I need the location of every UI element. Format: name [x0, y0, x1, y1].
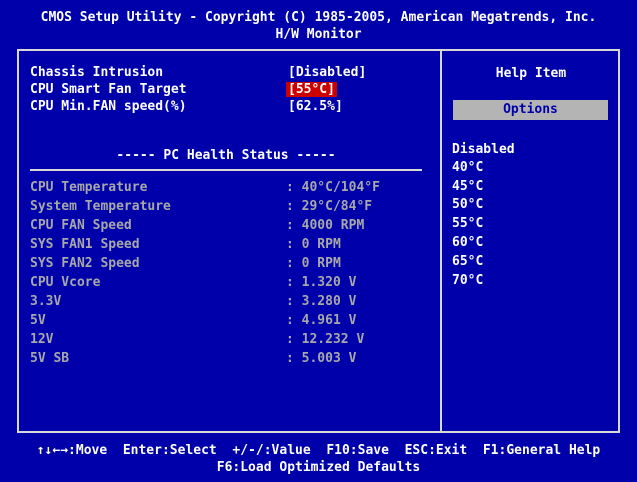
health-row: CPU FAN Speed : 4000 RPM	[30, 217, 364, 234]
key-help-line: F6:Load Optimized Defaults	[216, 460, 421, 475]
health-row: 12V : 12.232 V	[30, 331, 364, 348]
vertical-divider	[440, 51, 442, 431]
setting-label: Chassis Intrusion	[30, 65, 164, 80]
option-item[interactable]: 55°C	[452, 215, 483, 232]
health-label: CPU Temperature	[30, 180, 148, 195]
horizontal-divider	[30, 169, 422, 171]
health-label: 5V	[30, 313, 46, 328]
setting-chassis-intrusion[interactable]: Chassis Intrusion [Disabled]	[30, 64, 366, 81]
health-value: : 4.961 V	[286, 313, 357, 328]
setting-value[interactable]: [62.5%]	[288, 98, 343, 115]
option-item[interactable]: 65°C	[452, 253, 483, 270]
health-row: 5V : 4.961 V	[30, 312, 356, 329]
health-row: 3.3V : 3.280 V	[30, 293, 356, 310]
health-row: SYS FAN2 Speed : 0 RPM	[30, 255, 341, 272]
health-value: : 1.320 V	[286, 275, 357, 290]
option-item[interactable]: 50°C	[452, 196, 483, 213]
option-item[interactable]: Disabled	[452, 141, 515, 158]
page-title: H/W Monitor	[275, 27, 362, 42]
setting-cpu-smart-fan-target[interactable]: CPU Smart Fan Target [55°C]	[30, 81, 337, 98]
title-bar: CMOS Setup Utility - Copyright (C) 1985-…	[0, 0, 637, 46]
health-label: CPU FAN Speed	[30, 218, 132, 233]
option-item[interactable]: 70°C	[452, 272, 483, 289]
health-value: : 5.003 V	[286, 351, 357, 366]
health-row: SYS FAN1 Speed : 0 RPM	[30, 236, 341, 253]
health-label: 3.3V	[30, 294, 62, 309]
health-row: 5V SB : 5.003 V	[30, 350, 356, 367]
key-help-footer: ↑↓←→:Move Enter:Select +/-/:Value F10:Sa…	[0, 442, 637, 476]
app-title: CMOS Setup Utility - Copyright (C) 1985-…	[40, 10, 597, 25]
health-label: 5V SB	[30, 351, 70, 366]
options-header: Options	[453, 100, 608, 120]
health-label: SYS FAN1 Speed	[30, 237, 140, 252]
option-item[interactable]: 40°C	[452, 159, 483, 176]
key-help-line: ↑↓←→:Move Enter:Select +/-/:Value F10:Sa…	[36, 443, 601, 458]
health-value: : 29°C/84°F	[286, 199, 373, 214]
health-section-title: ----- PC Health Status -----	[116, 148, 336, 163]
option-item[interactable]: 60°C	[452, 234, 483, 251]
health-label: System Temperature	[30, 199, 171, 214]
health-value: : 40°C/104°F	[286, 180, 380, 195]
health-value: : 12.232 V	[286, 332, 365, 347]
setting-label: CPU Smart Fan Target	[30, 82, 187, 97]
health-row: CPU Temperature : 40°C/104°F	[30, 179, 380, 196]
setting-label: CPU Min.FAN speed(%)	[30, 99, 187, 114]
setting-cpu-min-fan-speed[interactable]: CPU Min.FAN speed(%) [62.5%]	[30, 98, 343, 115]
health-value: : 3.280 V	[286, 294, 357, 309]
help-title: Help Item	[495, 66, 567, 81]
option-item[interactable]: 45°C	[452, 178, 483, 195]
setting-value-selected[interactable]: [55°C]	[286, 82, 337, 97]
health-value: : 0 RPM	[286, 237, 341, 252]
health-row: CPU Vcore : 1.320 V	[30, 274, 356, 291]
health-value: : 4000 RPM	[286, 218, 365, 233]
setting-value[interactable]: [Disabled]	[288, 64, 366, 81]
health-label: CPU Vcore	[30, 275, 101, 290]
health-label: SYS FAN2 Speed	[30, 256, 140, 271]
health-value: : 0 RPM	[286, 256, 341, 271]
health-row: System Temperature : 29°C/84°F	[30, 198, 372, 215]
health-label: 12V	[30, 332, 54, 347]
